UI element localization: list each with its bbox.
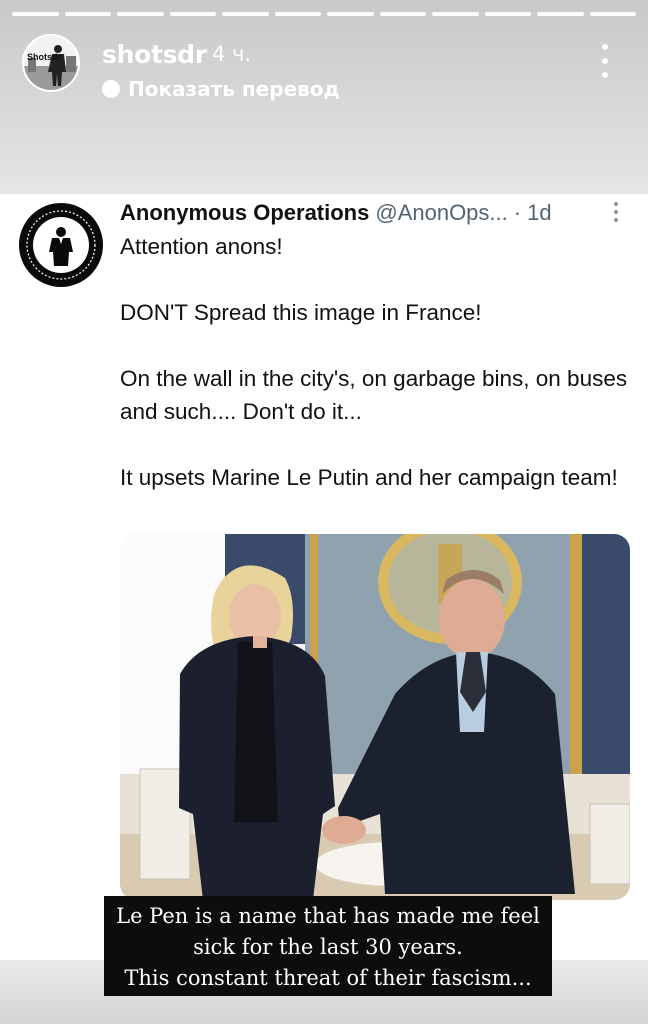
progress-segment: [327, 12, 374, 16]
story-time: 4 ч.: [212, 42, 252, 66]
progress-segment: [169, 12, 216, 16]
more-dot: [602, 44, 608, 50]
more-dot: [602, 72, 608, 78]
progress-segment: [537, 12, 584, 16]
tweet-paragraph: Attention anons!: [120, 234, 283, 259]
tweet-card: Anonymous Operations @AnonOps... · 1d At…: [0, 194, 648, 960]
anonymous-logo-icon: [19, 203, 103, 287]
translate-icon: [102, 80, 120, 98]
avatar-logo-text: Shotsdr: [27, 52, 61, 62]
tweet-paragraph: It upsets Marine Le Putin and her campai…: [120, 465, 618, 490]
progress-segment: [64, 12, 111, 16]
story-more-button[interactable]: [594, 44, 616, 78]
caption-line: This constant threat of their fascism...: [124, 966, 532, 990]
progress-segment: [222, 12, 269, 16]
tweet-time[interactable]: 1d: [527, 200, 551, 226]
more-dot: [614, 202, 618, 206]
story-caption: Le Pen is a name that has made me feel s…: [104, 896, 552, 996]
story-progress-bar: [12, 12, 636, 16]
progress-segment: [379, 12, 426, 16]
translate-button[interactable]: Показать перевод: [102, 77, 340, 101]
progress-segment: [274, 12, 321, 16]
caption-line: sick for the last 30 years.: [193, 935, 463, 959]
tweet-paragraph: On the wall in the city's, on garbage bi…: [120, 366, 628, 424]
tweet-more-icon[interactable]: [612, 202, 620, 222]
tweet-display-name[interactable]: Anonymous Operations: [120, 200, 369, 226]
progress-segment: [432, 12, 479, 16]
more-dot: [614, 218, 618, 222]
progress-segment: [589, 12, 636, 16]
tweet-header: Anonymous Operations @AnonOps... · 1d: [120, 200, 634, 232]
progress-segment: [12, 12, 59, 16]
avatar-image: Shotsdr: [24, 36, 78, 90]
progress-segment: [117, 12, 164, 16]
caption-line: Le Pen is a name that has made me feel: [116, 904, 540, 928]
story-header: Shotsdr shotsdr 4 ч. Показать перевод: [0, 0, 648, 194]
progress-segment: [484, 12, 531, 16]
tweet-body: Attention anons! DON'T Spread this image…: [120, 230, 630, 494]
translate-label: Показать перевод: [128, 77, 340, 101]
tweet-photo[interactable]: [120, 534, 630, 900]
tweet-paragraph: DON'T Spread this image in France!: [120, 300, 482, 325]
handshake-photo: [120, 534, 630, 900]
tweet-handle[interactable]: @AnonOps...: [375, 200, 507, 226]
tweet-separator: ·: [513, 200, 522, 225]
story-avatar[interactable]: Shotsdr: [22, 34, 80, 92]
more-dot: [602, 58, 608, 64]
tweet-avatar[interactable]: [18, 202, 104, 288]
more-dot: [614, 210, 618, 214]
story-username[interactable]: shotsdr: [102, 40, 207, 69]
